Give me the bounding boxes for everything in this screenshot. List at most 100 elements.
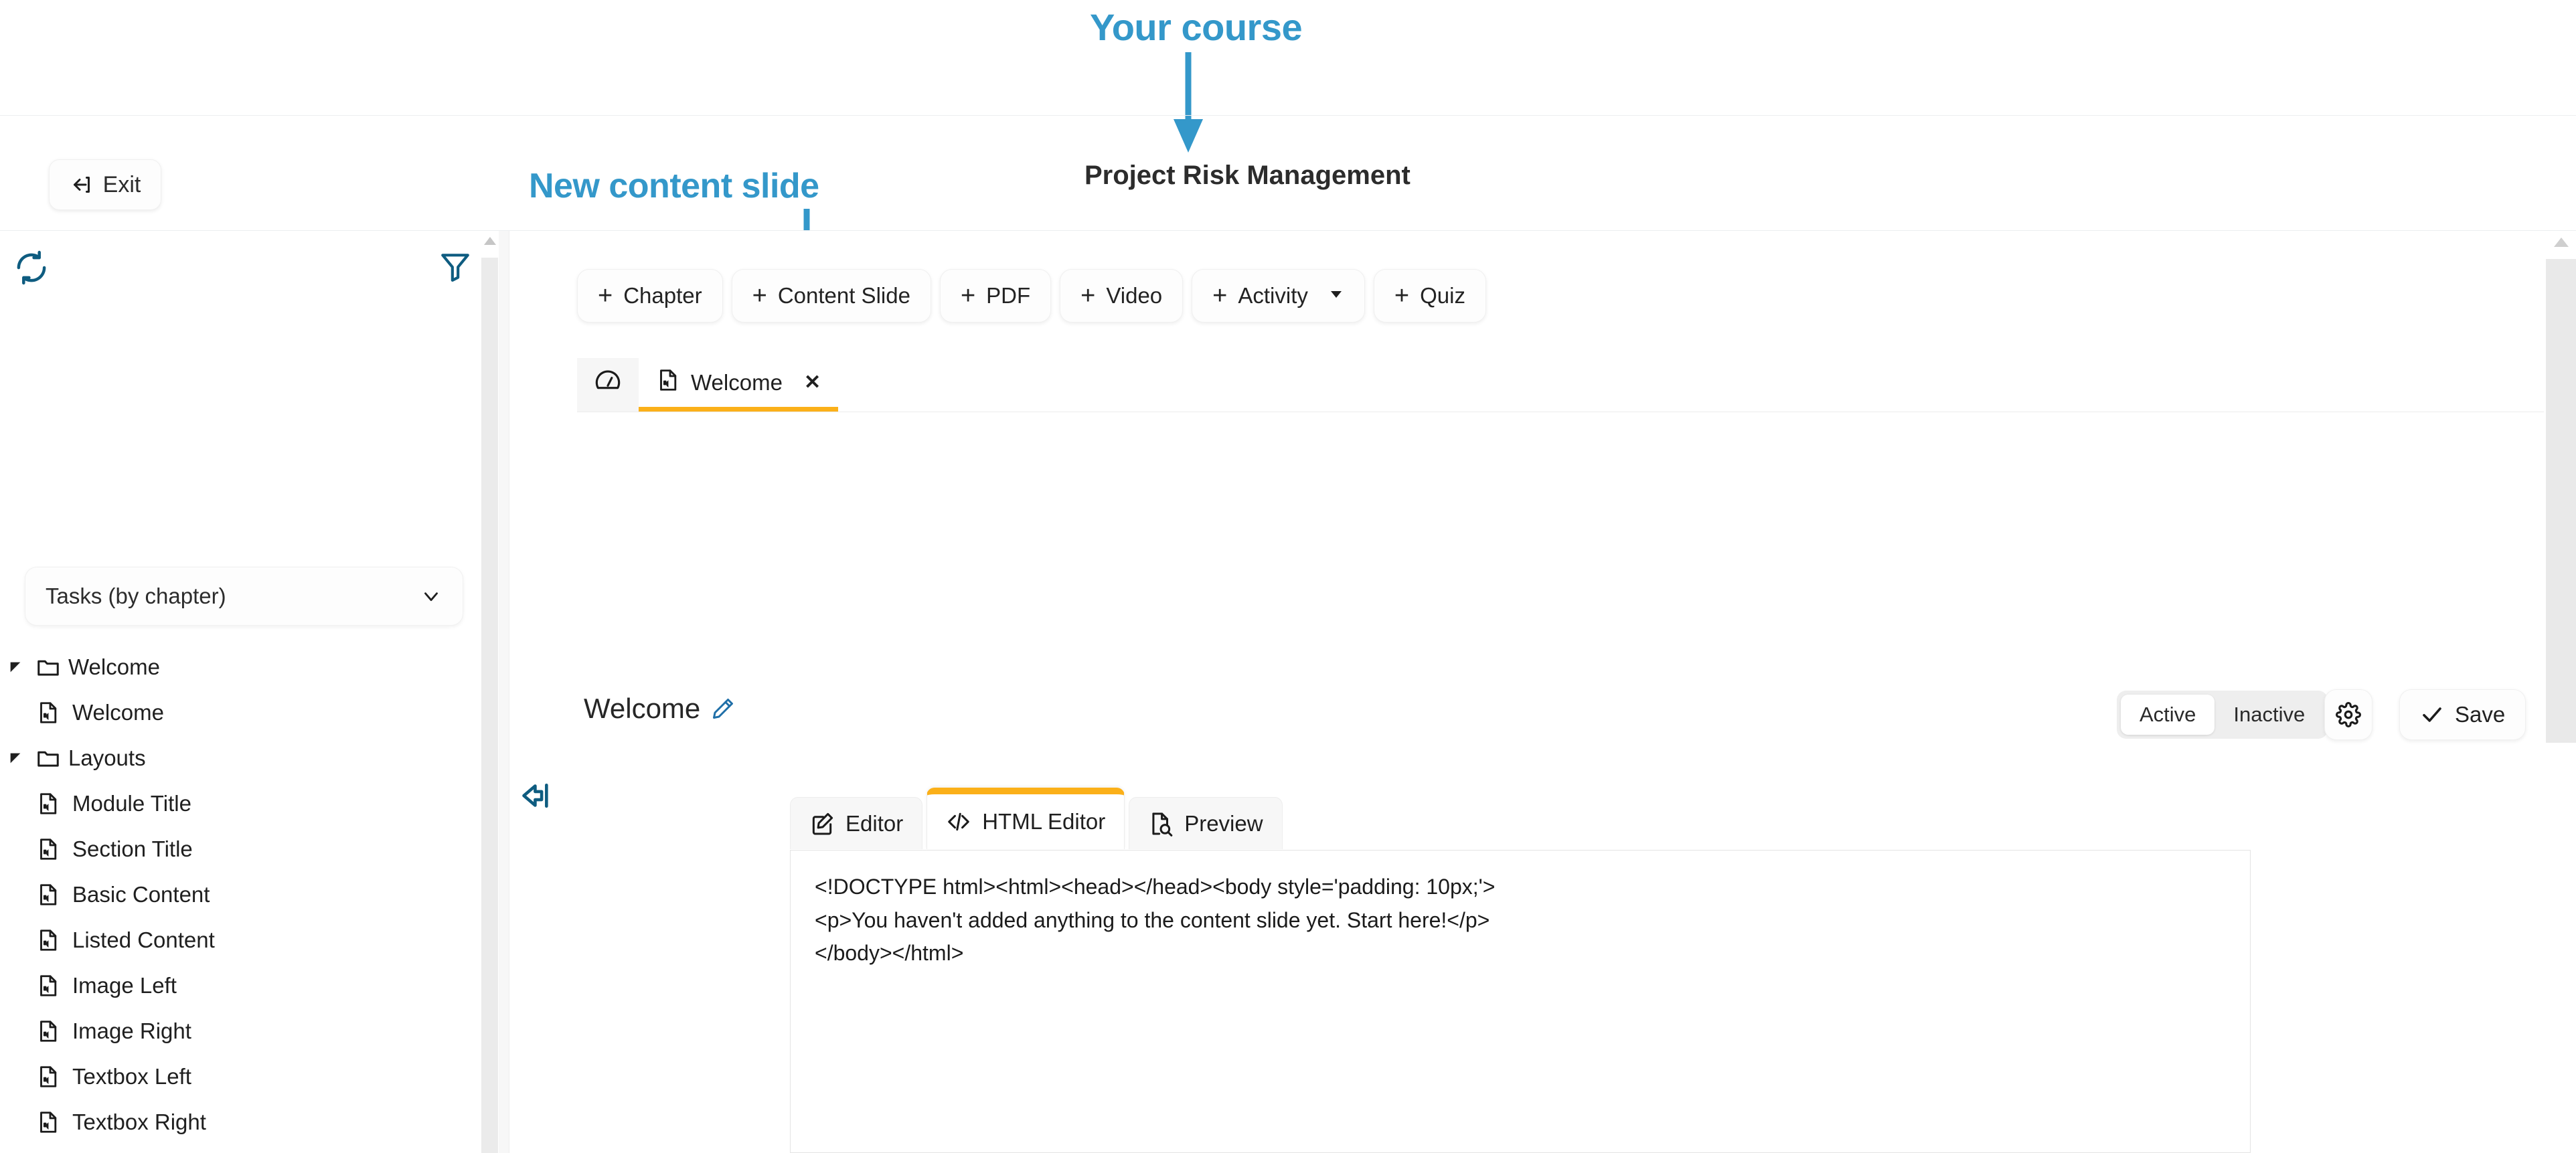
tree-item-layouts[interactable]: Layouts (0, 735, 469, 781)
save-button-label: Save (2455, 702, 2506, 727)
tree-item-label: Section Title (72, 836, 193, 861)
add-chapter-button[interactable]: + Chapter (577, 269, 723, 323)
content-slide-icon (31, 1019, 66, 1043)
html-editor-textarea[interactable]: <!DOCTYPE html><html><head></head><body … (790, 850, 2251, 1153)
content-slide-icon (656, 368, 680, 397)
tree-item-textbox-right[interactable]: Textbox Right (0, 1099, 469, 1145)
content-slide-icon (40, 838, 57, 860)
collapse-panel-icon[interactable] (514, 776, 553, 815)
plus-icon: + (598, 282, 613, 310)
content-tab-dashboard[interactable] (577, 358, 639, 412)
tree-item-section-title[interactable]: Section Title (0, 826, 469, 872)
tree-item-basic-content[interactable]: Basic Content (0, 872, 469, 917)
content-slide-icon (40, 793, 57, 814)
document-search-icon (1152, 812, 1173, 836)
settings-button[interactable] (2324, 689, 2372, 740)
plus-icon: + (752, 282, 767, 310)
tree-item-label: Basic Content (72, 882, 210, 907)
slide-title-row: Welcome (584, 693, 735, 725)
tree-item-label: Welcome (68, 654, 160, 679)
tree-item-label: Layouts (68, 745, 146, 770)
main-scroll-up-arrow-icon[interactable] (2554, 238, 2569, 247)
pencil-icon[interactable] (711, 697, 735, 721)
exit-arrow-icon (73, 177, 90, 193)
add-quiz-button[interactable]: + Quiz (1373, 269, 1486, 323)
add-content-toolbar: + Chapter + Content Slide + PDF + Video + Activit… (577, 269, 1486, 323)
tree-item-textbox-left[interactable]: Textbox Left (0, 1054, 469, 1099)
plus-icon: + (1212, 282, 1228, 310)
tree-item-video-left[interactable]: Video Left (0, 1145, 469, 1153)
editor-tab-label: HTML Editor (982, 809, 1106, 834)
content-slide-icon (31, 837, 66, 861)
code-brackets-icon (948, 812, 969, 831)
gear-icon (2336, 702, 2361, 727)
tree-item-image-right[interactable]: Image Right (0, 1008, 469, 1054)
exit-button[interactable]: Exit (49, 159, 161, 210)
content-slide-icon (40, 1112, 57, 1133)
tree-item-label: Image Left (72, 973, 177, 998)
sidebar-toolbar (0, 231, 499, 304)
content-slide-icon (40, 702, 57, 723)
annotation-arrow-your-course (1174, 52, 1203, 153)
sidebar-scroll-up-arrow-icon[interactable] (484, 237, 496, 245)
sidebar-view-select[interactable]: Tasks (by chapter) (25, 567, 463, 626)
add-activity-button[interactable]: + Activity (1192, 269, 1365, 323)
content-slide-icon (31, 928, 66, 952)
tree-item-module-title[interactable]: Module Title (0, 781, 469, 826)
content-slide-icon (40, 975, 57, 996)
content-slide-icon (31, 1110, 66, 1134)
tree-item-welcome[interactable]: Welcome (0, 690, 469, 735)
check-icon (2423, 707, 2441, 722)
tree-item-image-left[interactable]: Image Left (0, 963, 469, 1008)
panel-gutter (499, 231, 509, 1153)
content-tab-label: Welcome (691, 369, 783, 395)
editor-tab-html-editor[interactable]: HTML Editor (927, 788, 1125, 849)
add-button-label: Chapter (623, 283, 702, 308)
refresh-icon[interactable] (13, 250, 50, 286)
content-slide-icon (31, 883, 66, 907)
add-video-button[interactable]: + Video (1060, 269, 1184, 323)
filter-icon[interactable] (438, 250, 472, 283)
editor-tab-preview[interactable]: Preview (1129, 797, 1283, 849)
content-slide-icon (31, 701, 66, 725)
annotation-new-content-slide: New content slide (529, 167, 819, 205)
add-content-slide-button[interactable]: + Content Slide (731, 269, 931, 323)
add-button-label: Content Slide (777, 283, 910, 308)
tree-item-label: Textbox Right (72, 1110, 206, 1134)
content-slide-icon (40, 884, 57, 905)
dashboard-gauge-icon (594, 367, 621, 399)
close-icon[interactable]: ✕ (804, 371, 821, 394)
add-button-label: PDF (986, 283, 1031, 308)
tree-item-welcome[interactable]: Welcome (0, 644, 469, 690)
chevron-down-icon (424, 592, 438, 602)
annotation-your-course: Your course (1090, 6, 1303, 48)
content-slide-icon (40, 929, 57, 951)
content-slide-icon (40, 1021, 57, 1042)
tree-item-listed-content[interactable]: Listed Content (0, 917, 469, 963)
add-pdf-button[interactable]: + PDF (939, 269, 1052, 323)
editor-tab-label: Preview (1184, 810, 1263, 836)
dashboard-gauge-icon (595, 370, 621, 389)
main-scrollbar-thumb[interactable] (2546, 259, 2576, 743)
save-button[interactable]: Save (2399, 689, 2526, 740)
sidebar-scrollbar-thumb[interactable] (481, 258, 498, 1153)
tree-item-label: Listed Content (72, 927, 215, 952)
status-toggle-inactive[interactable]: Inactive (2215, 695, 2324, 735)
content-slide-icon (31, 1065, 66, 1089)
folder-icon (37, 660, 59, 676)
main-content: + Chapter + Content Slide + PDF + Video + Activit… (577, 231, 2576, 1153)
exit-button-label: Exit (102, 171, 141, 197)
tree-caret-expanded-icon[interactable] (0, 751, 31, 766)
add-button-label: Quiz (1420, 283, 1465, 308)
chevron-down-icon[interactable] (1328, 286, 1344, 306)
editor-tab-editor[interactable]: Editor (790, 797, 923, 849)
status-toggle[interactable]: Active Inactive (2117, 691, 2328, 739)
folder-icon (31, 745, 66, 771)
status-toggle-active[interactable]: Active (2121, 695, 2215, 735)
folder-icon (31, 654, 66, 680)
sidebar: Tasks (by chapter) Welcome Welcome Layouts… (0, 231, 499, 1153)
content-tab-welcome[interactable]: Welcome ✕ (639, 358, 839, 412)
tree-caret-expanded-icon[interactable] (0, 660, 31, 675)
content-slide-icon (40, 1066, 57, 1087)
plus-icon: + (1394, 282, 1410, 310)
